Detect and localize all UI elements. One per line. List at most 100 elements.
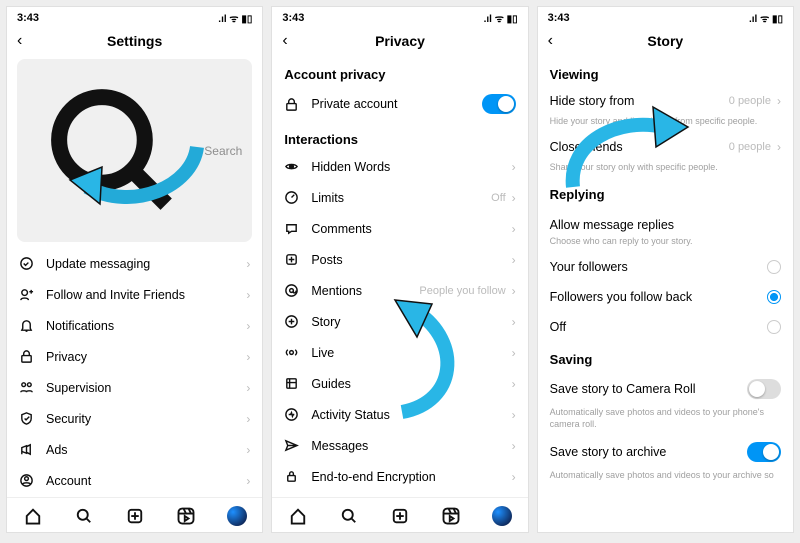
private-account-toggle[interactable] xyxy=(482,94,516,114)
search-input[interactable]: Search xyxy=(17,59,252,242)
chevron-right-icon: › xyxy=(246,474,250,488)
chevron-right-icon: › xyxy=(512,377,516,391)
clock: 3:43 xyxy=(548,12,570,24)
chevron-right-icon: › xyxy=(512,439,516,453)
radio-off[interactable]: Off xyxy=(538,312,793,342)
row-ads[interactable]: Ads› xyxy=(7,434,262,465)
chevron-right-icon: › xyxy=(246,319,250,333)
row-limits[interactable]: LimitsOff› xyxy=(272,182,527,213)
save-camera-roll-toggle[interactable] xyxy=(747,379,781,399)
row-follow-invite[interactable]: Follow and Invite Friends› xyxy=(7,279,262,310)
row-live[interactable]: Live› xyxy=(272,337,527,368)
search-tab-icon[interactable] xyxy=(339,506,359,526)
new-post-icon[interactable] xyxy=(390,506,410,526)
chevron-right-icon: › xyxy=(246,257,250,271)
tab-bar xyxy=(7,497,262,532)
radio-icon xyxy=(767,290,781,304)
header: ‹ Story xyxy=(538,27,793,57)
reels-icon[interactable] xyxy=(441,506,461,526)
section-saving: Saving xyxy=(538,342,793,371)
plus-circle-icon xyxy=(284,314,299,329)
chevron-right-icon: › xyxy=(512,160,516,174)
home-icon[interactable] xyxy=(23,506,43,526)
chevron-right-icon: › xyxy=(246,350,250,364)
lock-icon xyxy=(19,349,34,364)
page-title: Privacy xyxy=(375,33,425,49)
row-update-messaging[interactable]: Update messaging› xyxy=(7,248,262,279)
shield-icon xyxy=(19,411,34,426)
row-messages[interactable]: Messages› xyxy=(272,430,527,461)
story-screen: 3:43 .ıl ᯤ ▮▯ ‹ Story Viewing Hide story … xyxy=(537,6,794,533)
radio-followers-you-follow-back[interactable]: Followers you follow back xyxy=(538,282,793,312)
row-mentions[interactable]: MentionsPeople you follow› xyxy=(272,275,527,306)
row-e2e-encryption[interactable]: End-to-end Encryption› xyxy=(272,461,527,492)
chevron-right-icon: › xyxy=(246,288,250,302)
row-story[interactable]: Story› xyxy=(272,306,527,337)
allow-replies-heading: Allow message replies xyxy=(538,206,793,236)
search-icon xyxy=(27,65,198,236)
hide-story-description: Hide your story and live videos from spe… xyxy=(538,116,793,132)
back-icon[interactable]: ‹ xyxy=(282,32,287,50)
row-hide-story-from[interactable]: Hide story from0 people› xyxy=(538,86,793,116)
live-icon xyxy=(284,345,299,360)
chevron-right-icon: › xyxy=(512,222,516,236)
save-archive-toggle[interactable] xyxy=(747,442,781,462)
row-save-archive[interactable]: Save story to archive xyxy=(538,434,793,470)
row-private-account[interactable]: Private account xyxy=(272,86,527,122)
section-viewing: Viewing xyxy=(538,57,793,86)
new-post-icon[interactable] xyxy=(125,506,145,526)
reels-icon[interactable] xyxy=(176,506,196,526)
chevron-right-icon: › xyxy=(246,412,250,426)
profile-avatar-icon[interactable] xyxy=(227,506,247,526)
radio-your-followers[interactable]: Your followers xyxy=(538,252,793,282)
back-icon[interactable]: ‹ xyxy=(17,32,22,50)
row-security[interactable]: Security› xyxy=(7,403,262,434)
row-notifications[interactable]: Notifications› xyxy=(7,310,262,341)
bell-icon xyxy=(19,318,34,333)
row-posts[interactable]: Posts› xyxy=(272,244,527,275)
row-comments[interactable]: Comments› xyxy=(272,213,527,244)
back-icon[interactable]: ‹ xyxy=(548,32,553,50)
row-save-camera-roll[interactable]: Save story to Camera Roll xyxy=(538,371,793,407)
radio-icon xyxy=(767,260,781,274)
home-icon[interactable] xyxy=(288,506,308,526)
profile-avatar-icon[interactable] xyxy=(492,506,512,526)
encryption-icon xyxy=(284,469,299,484)
chevron-right-icon: › xyxy=(777,94,781,108)
chevron-right-icon: › xyxy=(512,191,516,205)
comment-icon xyxy=(284,221,299,236)
privacy-list: Account privacy Private account Interact… xyxy=(272,57,527,497)
row-guides[interactable]: Guides› xyxy=(272,368,527,399)
clock: 3:43 xyxy=(17,12,39,24)
header: ‹ Privacy xyxy=(272,27,527,57)
row-account[interactable]: Account› xyxy=(7,465,262,496)
status-bar: 3:43 .ıl ᯤ ▮▯ xyxy=(7,7,262,27)
row-supervision[interactable]: Supervision› xyxy=(7,372,262,403)
page-title: Settings xyxy=(107,33,162,49)
status-indicators: .ıl ᯤ ▮▯ xyxy=(218,11,252,25)
clock: 3:43 xyxy=(282,12,304,24)
row-activity-status[interactable]: Activity Status› xyxy=(272,399,527,430)
story-list: Viewing Hide story from0 people› Hide yo… xyxy=(538,57,793,532)
chevron-right-icon: › xyxy=(777,140,781,154)
chevron-right-icon: › xyxy=(246,443,250,457)
close-friends-description: Share your story only with specific peop… xyxy=(538,162,793,178)
chevron-right-icon: › xyxy=(512,315,516,329)
save-archive-description: Automatically save photos and videos to … xyxy=(538,470,793,486)
eye-icon xyxy=(284,159,299,174)
privacy-screen: 3:43.ıl ᯤ ▮▯ ‹ Privacy Account privacy P… xyxy=(271,6,528,533)
chevron-right-icon: › xyxy=(512,408,516,422)
search-tab-icon[interactable] xyxy=(74,506,94,526)
header: ‹ Settings xyxy=(7,27,262,57)
row-help[interactable]: Help› xyxy=(7,496,262,497)
allow-replies-description: Choose who can reply to your story. xyxy=(538,236,793,252)
chevron-right-icon: › xyxy=(512,284,516,298)
activity-icon xyxy=(284,407,299,422)
row-hidden-words[interactable]: Hidden Words› xyxy=(272,151,527,182)
status-indicators: .ıl ᯤ ▮▯ xyxy=(749,11,783,25)
page-title: Story xyxy=(647,33,683,49)
chat-icon xyxy=(19,256,34,271)
row-privacy[interactable]: Privacy› xyxy=(7,341,262,372)
settings-list: Update messaging› Follow and Invite Frie… xyxy=(7,248,262,497)
row-close-friends[interactable]: Close friends0 people› xyxy=(538,132,793,162)
